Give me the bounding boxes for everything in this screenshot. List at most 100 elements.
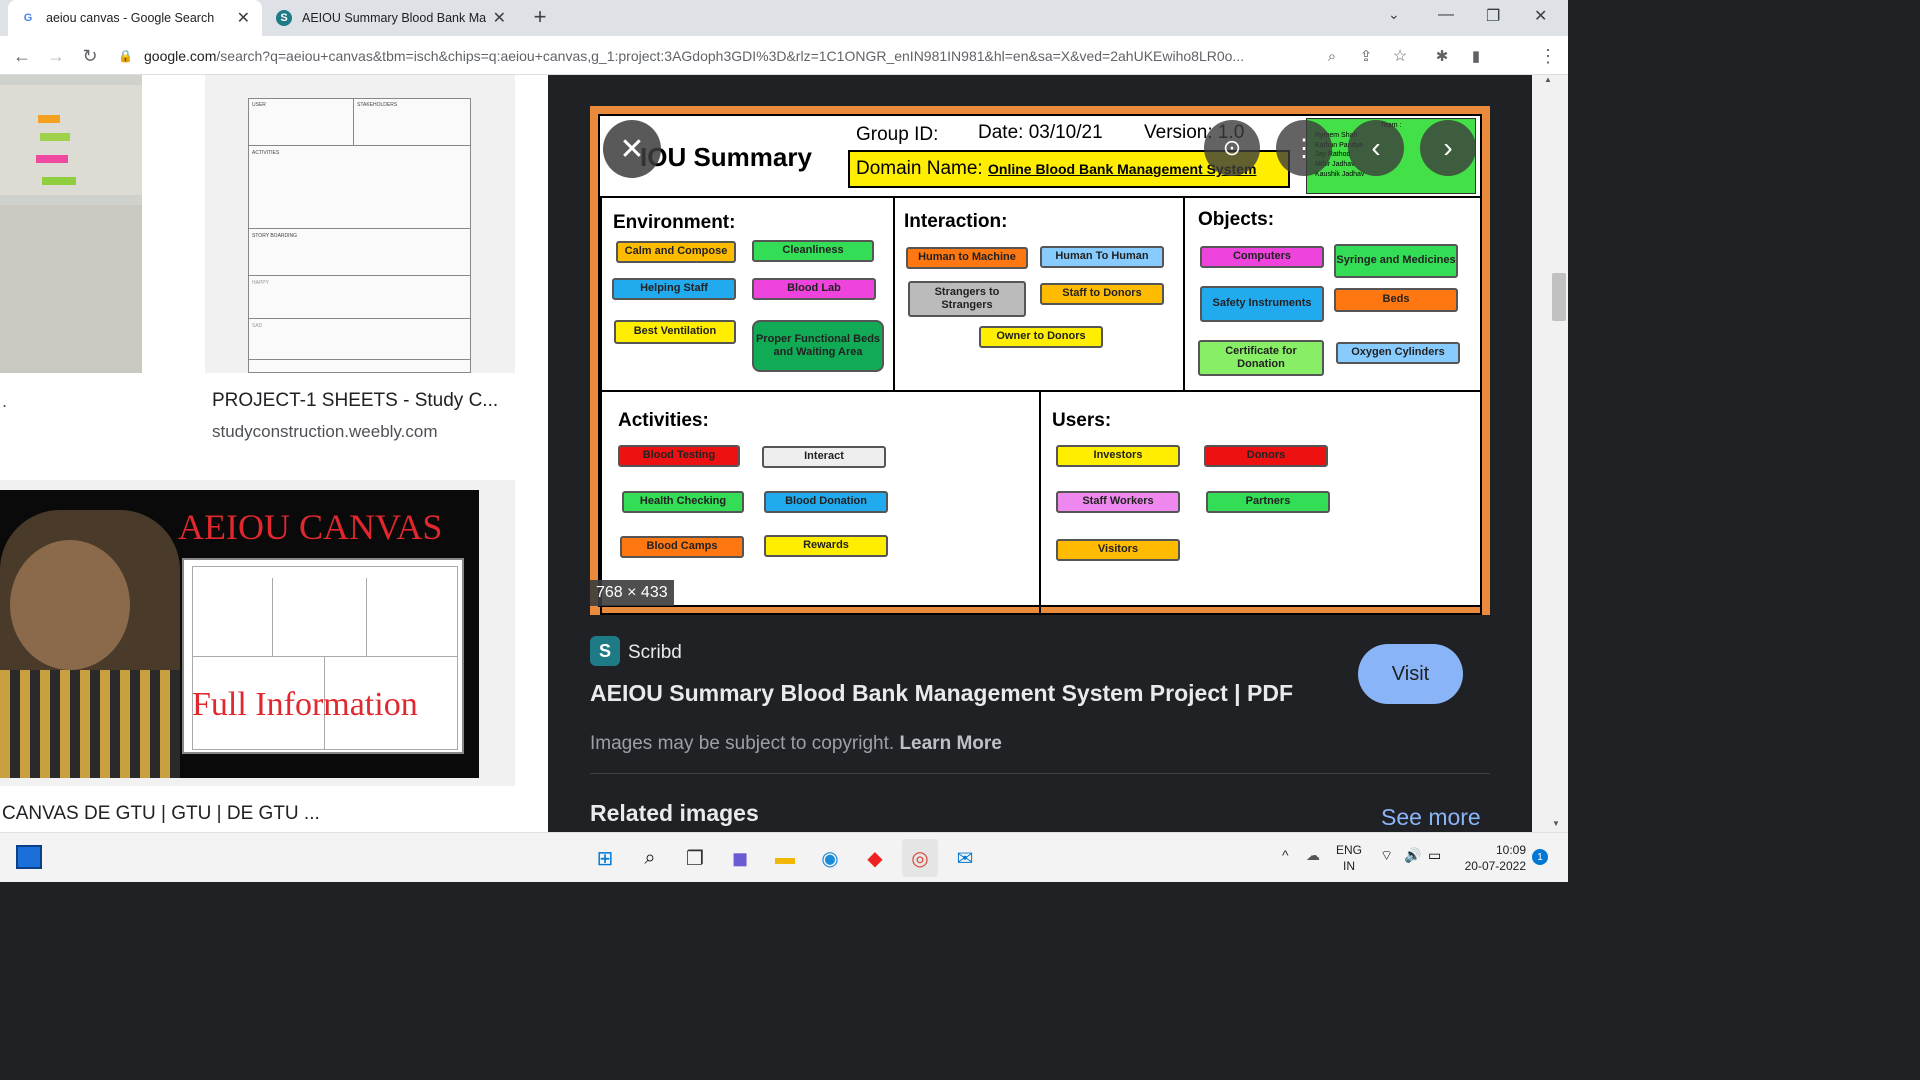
menu-icon[interactable]: ⋮ [1536,44,1560,68]
edge-icon[interactable]: ◉ [815,843,845,873]
chip: Staff Workers [1056,491,1180,513]
canvas-title: IOU Summary [640,142,812,172]
reload-icon[interactable]: ↻ [78,44,102,68]
result-image-video[interactable]: AEIOU CANVAS Full Information [0,480,515,786]
taskbar: ⊞ ⌕ ❐ ◼ ▬ ◉ ◆ ◎ ✉ ^ ☁ ENG IN ⌔ 🔊 ▭ 10:09… [0,832,1568,882]
chip: Blood Camps [620,536,744,558]
result-title[interactable]: PROJECT-1 SHEETS - Study C... [212,390,498,412]
back-icon[interactable]: ← [10,44,34,68]
restore-icon[interactable]: ❐ [1486,6,1500,26]
visit-button[interactable]: Visit [1358,644,1463,704]
notification-badge[interactable]: 1 [1532,849,1548,865]
tab-title: AEIOU Summary Blood Bank Mar [302,11,487,25]
volume-icon[interactable]: 🔊 [1404,847,1421,864]
preview-image[interactable]: IOU Summary Group ID: Date: 03/10/21 Ver… [590,106,1490,615]
chip: Visitors [1056,539,1180,561]
preview-title[interactable]: AEIOU Summary Blood Bank Management Syst… [590,680,1293,707]
copyright-notice: Images may be subject to copyright. Lear… [590,733,1002,754]
thumb-subheading: Full Information [192,686,418,723]
scrollbar-thumb[interactable] [1552,273,1566,321]
image-dimensions: 768 × 433 [590,580,674,606]
url-path: /search?q=aeiou+canvas&tbm=isch&chips=q:… [216,48,1245,64]
person-photo [0,510,180,778]
interaction-title: Interaction: [904,211,1008,232]
cloud-icon[interactable]: ☁ [1306,847,1320,864]
chip: Health Checking [622,491,744,513]
chrome-icon[interactable]: ◎ [902,839,938,877]
widgets-icon[interactable] [16,845,42,869]
see-more-link[interactable]: See more [1381,804,1481,831]
chip: Calm and Compose [616,241,736,263]
previous-icon[interactable]: ‹ [1348,120,1404,176]
side-panel-icon[interactable]: ▮ [1464,44,1488,68]
lens-icon[interactable]: ⊙ [1204,120,1260,176]
chip: Strangers to Strangers [908,281,1026,317]
battery-icon[interactable]: ▭ [1428,847,1441,864]
bookmark-star-icon[interactable]: ☆ [1388,44,1412,68]
close-icon[interactable]: ✕ [603,120,661,178]
close-icon[interactable]: ✕ [237,8,250,28]
clock[interactable]: 10:09 20-07-2022 [1458,842,1526,874]
language-indicator[interactable]: ENG IN [1336,842,1362,874]
chip: Proper Functional Beds and Waiting Area [752,320,884,372]
result-source[interactable]: studyconstruction.weebly.com [212,422,438,442]
task-view-icon[interactable]: ❐ [680,843,710,873]
chip: Oxygen Cylinders [1336,342,1460,364]
learn-more-link[interactable]: Learn More [899,733,1001,754]
minimize-icon[interactable]: — [1438,6,1454,24]
source-name[interactable]: Scribd [628,642,682,664]
chip: Rewards [764,535,888,557]
result-caption: . [2,391,8,411]
chip: Best Ventilation [614,320,736,344]
chip: Blood Donation [764,491,888,513]
result-image[interactable] [0,75,142,373]
new-tab-icon[interactable]: + [528,4,552,32]
chip: Human To Human [1040,246,1164,268]
forward-icon[interactable]: → [44,44,68,68]
chip: Blood Testing [618,445,740,467]
result-title[interactable]: CANVAS DE GTU | GTU | DE GTU ... [2,803,320,825]
tab-google-search[interactable]: G aeiou canvas - Google Search ✕ [8,0,262,36]
chip: Safety Instruments [1200,286,1324,322]
tab-title: aeiou canvas - Google Search [46,11,215,25]
close-icon[interactable]: ✕ [493,8,506,28]
scribd-icon: S [590,636,620,666]
tab-scribd[interactable]: S AEIOU Summary Blood Bank Mar ✕ [264,0,518,36]
file-explorer-icon[interactable]: ▬ [770,843,800,873]
lock-icon: 🔒 [118,49,133,63]
chevron-down-icon[interactable]: ⌄ [1388,6,1400,23]
environment-title: Environment: [613,212,736,233]
activities-title: Activities: [618,410,709,431]
group-id: Group ID: [856,124,939,145]
wifi-icon[interactable]: ⌔ [1380,847,1393,865]
chip: Owner to Donors [979,326,1103,348]
chip: Computers [1200,246,1324,268]
extensions-icon[interactable]: ✱ [1430,44,1454,68]
chip: Certificate for Donation [1198,340,1324,376]
chat-icon[interactable]: ◼ [725,843,755,873]
chip: Interact [762,446,886,468]
more-options-icon[interactable]: ⋮ [1276,120,1332,176]
divider [590,773,1490,774]
results-pane: . USER STAKEHOLDERS ACTIVITIES STORY BOA… [0,75,548,832]
search-icon[interactable]: ⌕ [635,843,665,873]
chip: Beds [1334,288,1458,312]
window-close-icon[interactable]: ✕ [1534,6,1547,26]
scroll-up-icon[interactable]: ▲ [1544,75,1552,84]
objects-title: Objects: [1198,209,1275,230]
scroll-down-icon[interactable]: ▼ [1552,819,1560,828]
tab-strip: G aeiou canvas - Google Search ✕ S AEIOU… [0,0,1568,36]
app-icon[interactable]: ◆ [860,843,890,873]
users-title: Users: [1052,410,1112,431]
chevron-up-icon[interactable]: ^ [1282,847,1289,863]
scrollbar[interactable]: ▲ ▼ [1532,75,1568,832]
next-icon[interactable]: › [1420,120,1476,176]
address-bar[interactable]: 🔒 google.com/search?q=aeiou+canvas&tbm=i… [118,42,1358,70]
mail-icon[interactable]: ✉ [950,843,980,873]
start-icon[interactable]: ⊞ [590,843,620,873]
result-image-sheet[interactable]: USER STAKEHOLDERS ACTIVITIES STORY BOARD… [205,75,515,373]
chip: Blood Lab [752,278,876,300]
chip: Investors [1056,445,1180,467]
chip: Cleanliness [752,240,874,262]
url-host: google.com [144,48,217,64]
